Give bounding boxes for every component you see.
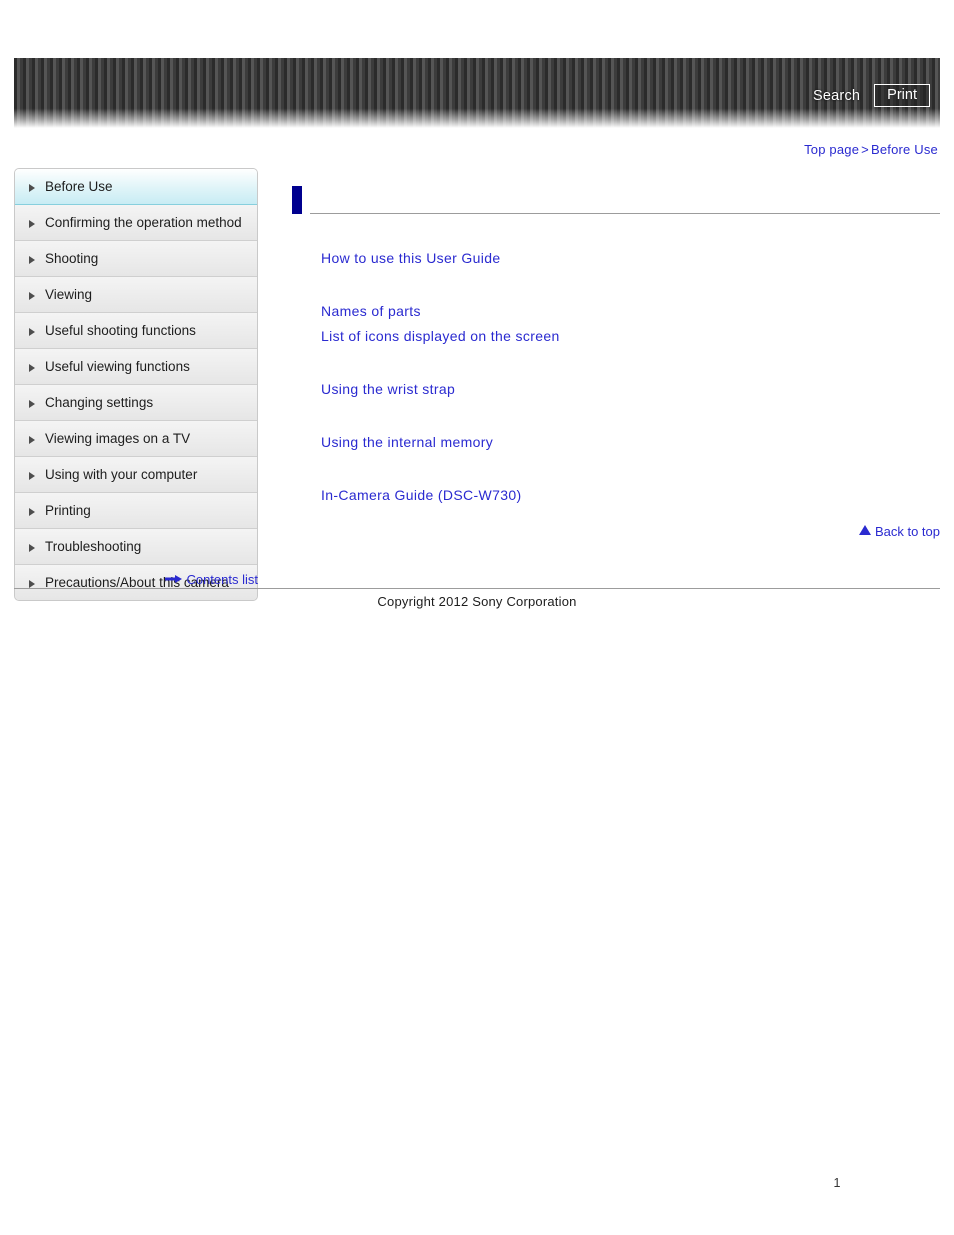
sidebar-item-viewing-images-on-a-tv[interactable]: Viewing images on a TV [15, 421, 257, 457]
header-banner: Search Print [14, 58, 940, 128]
content-link[interactable]: Names of parts [321, 299, 421, 324]
sidebar-item-viewing[interactable]: Viewing [15, 277, 257, 313]
contents-list-link[interactable]: Contents list [14, 572, 258, 587]
banner-stripe-pattern [14, 58, 940, 128]
content-link[interactable]: How to use this User Guide [321, 246, 501, 271]
triangle-right-icon [29, 472, 39, 480]
sidebar-item-shooting[interactable]: Shooting [15, 241, 257, 277]
back-to-top-label: Back to top [874, 524, 940, 539]
link-group: In-Camera Guide (DSC-W730) [321, 483, 940, 508]
triangle-right-icon [29, 328, 39, 336]
breadcrumb-current[interactable]: Before Use [871, 142, 938, 157]
back-to-top-link[interactable]: Back to top [858, 524, 940, 539]
sidebar-navigation: Before Use Confirming the operation metho… [14, 168, 258, 601]
sidebar-item-label: Using with your computer [45, 467, 198, 482]
breadcrumb-separator: > [861, 142, 869, 157]
arrow-right-icon [165, 572, 183, 587]
triangle-right-icon [29, 256, 39, 264]
sidebar-item-label: Troubleshooting [45, 539, 142, 554]
sidebar-item-label: Before Use [45, 179, 113, 194]
link-group: How to use this User Guide [321, 246, 940, 271]
content-link[interactable]: List of icons displayed on the screen [321, 324, 560, 349]
title-marker [292, 186, 302, 214]
search-button[interactable]: Search [813, 88, 860, 104]
sidebar-item-useful-shooting-functions[interactable]: Useful shooting functions [15, 313, 257, 349]
link-group: Using the wrist strap [321, 377, 940, 402]
sidebar-item-label: Viewing [45, 287, 93, 302]
sidebar-item-confirming-the-operation-method[interactable]: Confirming the operation method [15, 205, 257, 241]
sidebar-item-label: Confirming the operation method [45, 215, 242, 230]
sidebar-item-useful-viewing-functions[interactable]: Useful viewing functions [15, 349, 257, 385]
triangle-right-icon [29, 292, 39, 300]
triangle-right-icon [29, 436, 39, 444]
sidebar-item-label: Shooting [45, 251, 99, 266]
link-group: Using the internal memory [321, 430, 940, 455]
contents-list-label: Contents list [186, 572, 258, 587]
content-link-list: How to use this User Guide Names of parts… [292, 246, 940, 508]
content-link[interactable]: Using the internal memory [321, 430, 493, 455]
header-actions: Search Print [813, 84, 930, 107]
copyright-text: Copyright 2012 Sony Corporation [377, 594, 577, 609]
sidebar-item-changing-settings[interactable]: Changing settings [15, 385, 257, 421]
triangle-right-icon [29, 400, 39, 408]
sidebar-item-label: Viewing images on a TV [45, 431, 191, 446]
page-title [310, 186, 940, 214]
breadcrumb-top-page[interactable]: Top page [804, 142, 859, 157]
sidebar-item-label: Useful shooting functions [45, 323, 196, 338]
triangle-right-icon [29, 220, 39, 228]
sidebar-item-troubleshooting[interactable]: Troubleshooting [15, 529, 257, 565]
main-content: How to use this User Guide Names of parts… [292, 186, 940, 539]
page-title-row [292, 186, 940, 214]
link-group: Names of parts List of icons displayed on… [321, 299, 940, 349]
content-link[interactable]: In-Camera Guide (DSC-W730) [321, 483, 522, 508]
sidebar-item-label: Useful viewing functions [45, 359, 190, 374]
triangle-right-icon [29, 508, 39, 516]
print-button[interactable]: Print [874, 84, 930, 107]
page-number: 1 [833, 1176, 841, 1190]
sidebar-item-using-with-your-computer[interactable]: Using with your computer [15, 457, 257, 493]
breadcrumb: Top page > Before Use [804, 142, 938, 157]
sidebar-item-label: Changing settings [45, 395, 154, 410]
content-link[interactable]: Using the wrist strap [321, 377, 455, 402]
triangle-right-icon [29, 184, 39, 192]
sidebar-item-label: Printing [45, 503, 91, 518]
triangle-right-icon [29, 544, 39, 552]
sidebar-item-before-use[interactable]: Before Use [15, 169, 257, 205]
footer-divider [14, 588, 940, 589]
triangle-up-icon [858, 524, 871, 539]
sidebar-item-printing[interactable]: Printing [15, 493, 257, 529]
triangle-right-icon [29, 364, 39, 372]
